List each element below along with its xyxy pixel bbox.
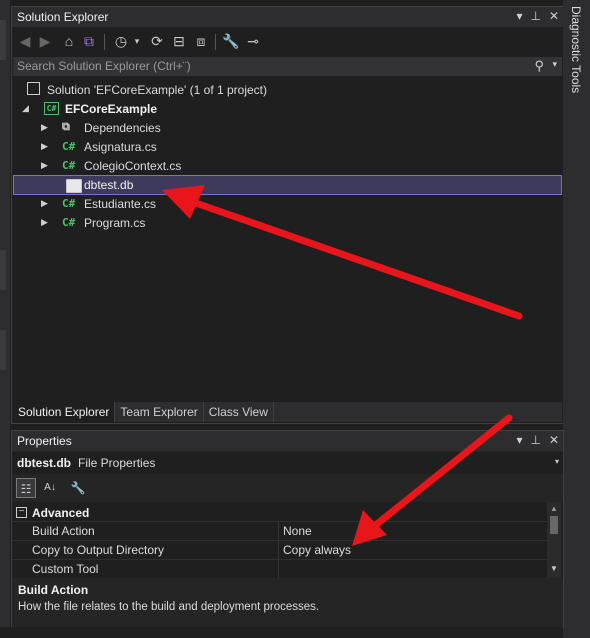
annotation-arrows	[162, 185, 523, 546]
red-arrow-to-copy-always	[352, 414, 513, 546]
red-arrow-to-dbtest	[162, 185, 523, 320]
